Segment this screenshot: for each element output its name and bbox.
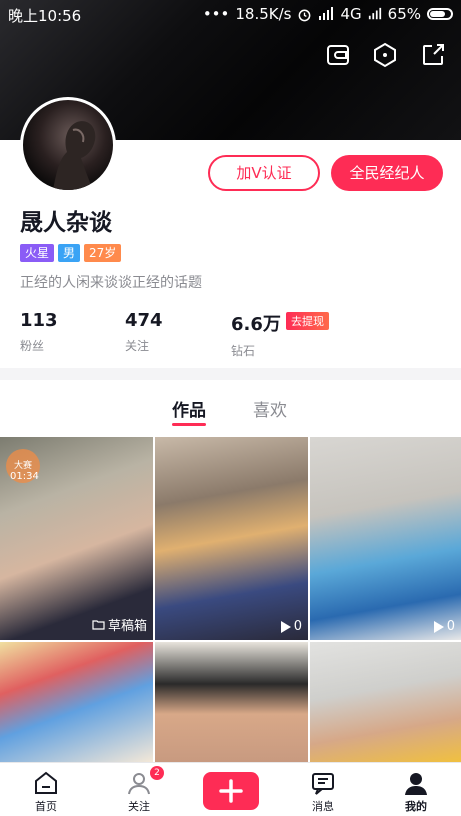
wallet-icon[interactable] xyxy=(325,42,351,68)
status-bar: 晚上10:56 ••• 18.5K/s 4G 65% xyxy=(0,0,461,28)
stat-following-label: 关注 xyxy=(125,339,150,353)
nav-me-label: 我的 xyxy=(405,800,427,813)
nav-messages-label: 消息 xyxy=(312,800,334,813)
play-count-overlay: 0 xyxy=(280,619,302,634)
nav-follow-label: 关注 xyxy=(128,800,150,813)
draft-overlay: 草稿箱 xyxy=(92,615,147,634)
draft-label: 草稿箱 xyxy=(107,619,147,634)
folder-icon xyxy=(92,620,105,630)
follow-icon xyxy=(128,773,150,795)
stat-fans-label: 粉丝 xyxy=(20,339,45,353)
status-right: ••• 18.5K/s 4G 65% xyxy=(203,5,453,23)
status-dots: ••• xyxy=(202,5,230,23)
nav-follow[interactable]: 关注 xyxy=(99,763,179,816)
play-count: 0 xyxy=(446,619,455,634)
nav-home[interactable]: 首页 xyxy=(6,763,86,816)
bottom-nav: 首页 关注 2 消息 我的 xyxy=(0,762,461,816)
network-type: 4G xyxy=(340,5,362,23)
follow-notification-badge: 2 xyxy=(150,766,164,780)
nav-me[interactable]: 我的 xyxy=(376,763,456,816)
status-time: 晚上10:56 xyxy=(8,7,82,25)
play-count-overlay: 0 xyxy=(433,619,455,634)
tag-location: 火星 xyxy=(20,244,55,262)
grid-item-3[interactable]: 0 xyxy=(310,437,461,640)
network-speed: 18.5K/s xyxy=(235,5,292,23)
play-icon xyxy=(280,620,291,633)
video-duration: 01:34 xyxy=(10,471,39,482)
grid-item-1[interactable]: 大赛 01:34 草稿箱 xyxy=(0,437,153,640)
tag-age: 27岁 xyxy=(84,244,122,262)
me-icon xyxy=(405,773,427,795)
profile-name: 晟人杂谈 xyxy=(20,210,112,236)
avatar[interactable] xyxy=(20,97,116,193)
grid-item-5[interactable] xyxy=(155,642,308,762)
grid-item-6[interactable] xyxy=(310,642,461,762)
tag-gender: 男 xyxy=(58,244,81,262)
settings-icon[interactable] xyxy=(372,42,398,68)
stat-diamonds-value: 6.6万 xyxy=(231,314,281,335)
verify-v-button[interactable]: 加V认证 xyxy=(208,155,320,191)
home-icon xyxy=(35,771,57,794)
grid-item-2[interactable]: 0 xyxy=(155,437,308,640)
tab-works[interactable]: 作品 xyxy=(172,396,206,421)
play-icon xyxy=(433,620,444,633)
section-divider xyxy=(0,368,461,380)
stat-following[interactable]: 474 关注 xyxy=(125,310,163,354)
signal-icon-2 xyxy=(368,7,381,20)
stat-following-value: 474 xyxy=(125,310,163,331)
stat-fans-value: 113 xyxy=(20,310,58,331)
avatar-silhouette xyxy=(53,121,96,190)
nav-home-label: 首页 xyxy=(35,800,57,813)
plus-icon xyxy=(219,779,243,803)
battery-icon xyxy=(427,8,453,20)
battery-percent: 65% xyxy=(387,5,421,23)
grid-item-4[interactable] xyxy=(0,642,153,762)
profile-tags: 火星 男 27岁 xyxy=(20,244,122,262)
message-icon xyxy=(312,773,334,795)
share-icon[interactable] xyxy=(420,42,446,68)
stat-diamonds[interactable]: 6.6万 钻石 xyxy=(231,310,281,359)
profile-bio: 正经的人闲来谈谈正经的话题 xyxy=(20,275,202,291)
agent-button[interactable]: 全民经纪人 xyxy=(331,155,443,191)
signal-icon xyxy=(319,7,334,20)
tab-indicator xyxy=(172,423,206,426)
tab-likes[interactable]: 喜欢 xyxy=(253,396,287,421)
alarm-icon xyxy=(299,9,311,21)
withdraw-button[interactable]: 去提现 xyxy=(286,312,329,330)
stat-diamonds-label: 钻石 xyxy=(231,344,256,358)
play-count: 0 xyxy=(293,619,302,634)
stat-fans[interactable]: 113 粉丝 xyxy=(20,310,58,354)
nav-messages[interactable]: 消息 xyxy=(283,763,363,816)
create-button[interactable] xyxy=(203,772,259,810)
